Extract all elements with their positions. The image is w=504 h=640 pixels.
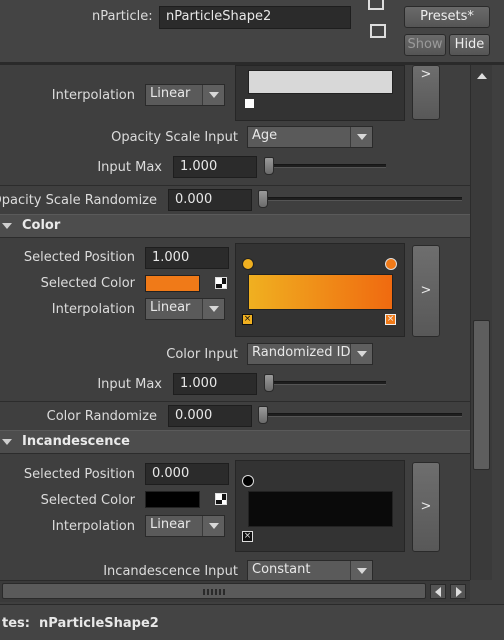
scroll-up-arrow[interactable]: [474, 69, 488, 83]
opacity-ramp[interactable]: [248, 70, 393, 94]
show-button[interactable]: Show: [404, 34, 446, 56]
opacity-input-max-slider[interactable]: [266, 164, 386, 168]
color-ramp-frame: × ×: [235, 243, 405, 337]
status-text: tes: nParticleShape2: [2, 616, 159, 631]
incandescence-selected-position-field[interactable]: 0.000: [145, 463, 229, 485]
color-selected-color-swatch[interactable]: [145, 275, 200, 292]
incandescence-interpolation-dropdown[interactable]: Linear: [145, 515, 225, 537]
color-randomize-slider-handle[interactable]: [258, 406, 268, 424]
incandescence-ramp-frame: ×: [235, 460, 405, 552]
opacity-randomize-slider[interactable]: [260, 197, 462, 201]
focus-icon[interactable]: [368, 0, 384, 10]
incandescence-ramp-delete-icon[interactable]: ×: [242, 531, 253, 542]
incandescence-map-checker-icon[interactable]: [215, 493, 227, 505]
color-ramp-start-delete-icon[interactable]: ×: [242, 314, 253, 325]
horizontal-scrollbar[interactable]: [0, 580, 470, 602]
color-section-header[interactable]: Color: [0, 214, 470, 238]
color-ramp[interactable]: [248, 274, 393, 310]
incandescence-interpolation-value: Linear: [150, 517, 191, 532]
opacity-scale-input-label: Opacity Scale Input: [111, 130, 238, 145]
color-randomize-slider[interactable]: [260, 413, 462, 417]
color-input-max-label: Input Max: [97, 377, 162, 392]
hide-button[interactable]: Hide: [449, 34, 490, 56]
opacity-randomize-field[interactable]: 0.000: [168, 189, 252, 211]
incandescence-input-label: Incandescence Input: [103, 564, 238, 579]
color-randomize-label: Color Randomize: [46, 409, 157, 424]
presets-button[interactable]: Presets*: [404, 6, 490, 28]
opacity-interpolation-label: Interpolation: [51, 88, 135, 103]
color-interpolation-dropdown[interactable]: Linear: [145, 298, 225, 320]
incandescence-interpolation-label: Interpolation: [51, 519, 135, 534]
incandescence-selected-position-label: Selected Position: [23, 467, 135, 482]
opacity-ramp-marker-icon[interactable]: [244, 98, 255, 109]
color-selected-position-label: Selected Position: [23, 250, 135, 265]
incandescence-ramp[interactable]: [248, 491, 393, 527]
incandescence-input-dropdown[interactable]: Constant: [247, 560, 373, 582]
status-bar: tes: nParticleShape2: [0, 604, 504, 640]
opacity-interpolation-value: Linear: [150, 86, 191, 101]
incandescence-section-header[interactable]: Incandescence: [0, 430, 470, 454]
color-selected-color-label: Selected Color: [40, 276, 135, 291]
horizontal-scroll-thumb[interactable]: [2, 583, 426, 599]
color-section-title: Color: [22, 218, 61, 233]
color-randomize-field[interactable]: 0.000: [168, 405, 252, 427]
color-interpolation-value: Linear: [150, 300, 191, 315]
divider: [0, 185, 470, 186]
incandescence-section-title: Incandescence: [22, 434, 130, 449]
scroll-thumb[interactable]: [473, 320, 490, 470]
select-node-icon[interactable]: [370, 24, 386, 38]
chevron-down-icon: [202, 516, 224, 536]
incandescence-ramp-expand-button[interactable]: >: [412, 462, 440, 552]
color-input-max-field[interactable]: 1.000: [173, 373, 257, 395]
collapse-triangle-icon: [2, 223, 12, 229]
opacity-input-max-label: Input Max: [97, 160, 162, 175]
header-bar: nParticle: nParticleShape2 Presets* Show…: [0, 0, 504, 62]
opacity-interpolation-dropdown[interactable]: Linear: [145, 84, 225, 106]
divider: [0, 401, 470, 402]
color-ramp-start-marker-icon[interactable]: [242, 258, 254, 270]
color-interpolation-label: Interpolation: [51, 302, 135, 317]
chevron-down-icon: [202, 299, 224, 319]
node-name-field[interactable]: nParticleShape2: [159, 6, 351, 29]
opacity-ramp-frame: [235, 65, 405, 121]
color-ramp-expand-button[interactable]: >: [412, 245, 440, 337]
color-input-max-slider-handle[interactable]: [264, 374, 274, 392]
incandescence-selected-color-swatch[interactable]: [145, 491, 200, 508]
color-input-label: Color Input: [166, 347, 238, 362]
node-type-label: nParticle:: [92, 9, 153, 24]
incandescence-selected-color-label: Selected Color: [40, 493, 135, 508]
opacity-ramp-expand-button[interactable]: >: [412, 65, 440, 120]
chevron-down-icon: [350, 344, 372, 364]
chevron-down-icon: [350, 127, 372, 147]
opacity-scale-input-dropdown[interactable]: Age: [247, 126, 373, 148]
color-input-value: Randomized ID: [252, 345, 351, 360]
color-map-checker-icon[interactable]: [215, 277, 227, 289]
color-ramp-end-delete-icon[interactable]: ×: [385, 314, 396, 325]
scroll-left-arrow[interactable]: [430, 584, 446, 599]
opacity-input-max-slider-handle[interactable]: [264, 157, 274, 175]
opacity-scale-input-value: Age: [252, 128, 278, 143]
collapse-triangle-icon: [2, 439, 12, 445]
grip-icon: [203, 589, 227, 595]
opacity-input-max-field[interactable]: 1.000: [173, 156, 257, 178]
incandescence-input-value: Constant: [252, 562, 311, 577]
chevron-down-icon: [350, 561, 372, 581]
opacity-randomize-slider-handle[interactable]: [258, 190, 268, 208]
color-input-max-slider[interactable]: [266, 381, 386, 385]
incandescence-ramp-marker-icon[interactable]: [242, 475, 254, 487]
chevron-down-icon: [202, 85, 224, 105]
color-ramp-end-marker-icon[interactable]: [385, 258, 397, 270]
scroll-right-arrow[interactable]: [450, 584, 466, 599]
color-input-dropdown[interactable]: Randomized ID: [247, 343, 373, 365]
opacity-randomize-label: Opacity Scale Randomize: [0, 193, 157, 208]
color-selected-position-field[interactable]: 1.000: [145, 247, 229, 269]
vertical-scrollbar[interactable]: [470, 65, 492, 580]
